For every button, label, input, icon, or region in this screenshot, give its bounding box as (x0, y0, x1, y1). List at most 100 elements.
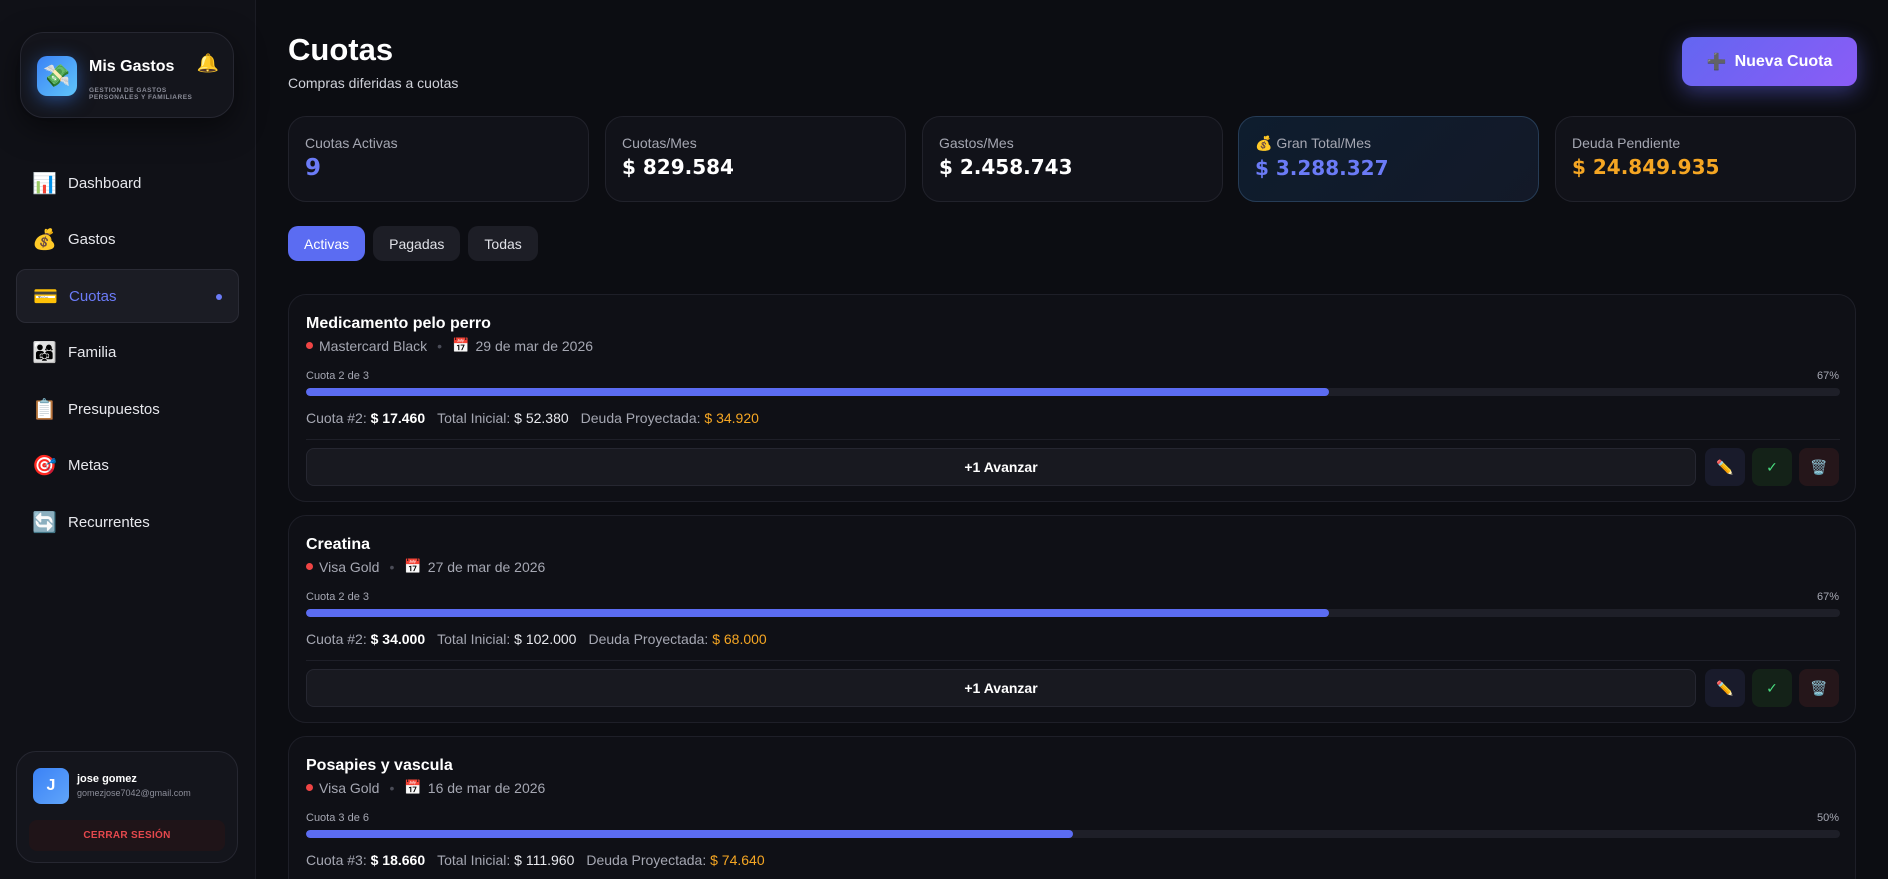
sidebar-item-recurrentes[interactable]: 🔄 Recurrentes (16, 495, 239, 549)
progress-percent: 67% (1816, 370, 1839, 382)
cuota-meta: Visa Gold • 📅 16 de mar de 2026 (306, 779, 545, 796)
total-inicial: Total Inicial: $ 111.960 (437, 852, 574, 868)
cuota-meta: Visa Gold • 📅 27 de mar de 2026 (306, 558, 545, 575)
stat-gastos-mes: Gastos/Mes $ 2.458.743 (922, 116, 1223, 202)
deuda-proyectada-label: Deuda Proyectada: (588, 631, 709, 647)
payment-card-name: Visa Gold (319, 779, 380, 796)
sidebar-item-familia[interactable]: 👨‍👩‍👧 Familia (16, 326, 239, 380)
edit-button[interactable]: ✏️ (1705, 669, 1745, 707)
plus-icon: ➕ (1706, 53, 1727, 71)
card-color-dot (306, 342, 313, 349)
total-inicial: Total Inicial: $ 102.000 (437, 631, 576, 647)
tab-todas[interactable]: Todas (468, 226, 538, 261)
cuota-amounts: Cuota #3: $ 18.660 Total Inicial: $ 111.… (306, 852, 765, 868)
cuota-date: 16 de mar de 2026 (427, 779, 546, 796)
cuota-date: 27 de mar de 2026 (427, 558, 546, 575)
stat-label: Gastos/Mes (939, 135, 1014, 151)
check-icon: ✓ (1766, 458, 1778, 475)
new-cuota-label: Nueva Cuota (1734, 52, 1833, 70)
filter-tabs: Activas Pagadas Todas (288, 226, 538, 261)
progress-label: Cuota 3 de 6 (306, 812, 369, 824)
deuda-proyectada-label: Deuda Proyectada: (580, 410, 701, 426)
sidebar-item-label: Cuotas (69, 287, 117, 305)
card-divider (306, 660, 1840, 661)
sidebar-item-label: Metas (68, 457, 109, 474)
mark-paid-button[interactable]: ✓ (1752, 669, 1792, 707)
edit-button[interactable]: ✏️ (1705, 448, 1745, 486)
calendar-icon: 📅 (452, 337, 470, 353)
stat-label: Cuotas/Mes (622, 135, 697, 151)
cuota-amount-value: $ 17.460 (370, 410, 426, 426)
credit-card-icon: 💳 (33, 285, 58, 308)
stat-gran-total: 💰 Gran Total/Mes $ 3.288.327 (1238, 116, 1539, 202)
stat-label: Cuotas Activas (305, 135, 398, 151)
tab-pagadas[interactable]: Pagadas (373, 226, 461, 261)
delete-button[interactable]: 🗑️ (1799, 448, 1839, 486)
new-cuota-button[interactable]: ➕ Nueva Cuota (1682, 37, 1857, 86)
brand-card: 💸 Mis Gastos GESTION DE GASTOS PERSONALE… (20, 32, 234, 118)
page-title: Cuotas (288, 32, 394, 67)
progress-label: Cuota 2 de 3 (306, 370, 369, 382)
meta-separator: • (389, 558, 395, 575)
sidebar-item-label: Gastos (68, 231, 116, 248)
cuota-amount-label: Cuota #2: (306, 410, 367, 426)
stat-value: $ 3.288.327 (1255, 156, 1389, 180)
stat-value: $ 2.458.743 (939, 155, 1073, 179)
cuota-card: Medicamento pelo perro Mastercard Black … (288, 294, 1856, 502)
user-name: jose gomez (77, 773, 137, 785)
total-inicial-value: $ 111.960 (514, 852, 575, 868)
deuda-proyectada-value: $ 74.640 (710, 852, 765, 868)
cuota-amounts: Cuota #2: $ 34.000 Total Inicial: $ 102.… (306, 631, 767, 647)
sidebar-item-label: Dashboard (68, 174, 142, 192)
total-inicial: Total Inicial: $ 52.380 (437, 410, 569, 426)
total-inicial-value: $ 52.380 (514, 410, 569, 426)
card-divider (306, 439, 1840, 440)
card-color-dot (306, 563, 313, 570)
sidebar: 💸 Mis Gastos GESTION DE GASTOS PERSONALE… (0, 0, 256, 879)
clipboard-icon: 📋 (32, 398, 57, 421)
sidebar-item-dashboard[interactable]: 📊 Dashboard (16, 156, 239, 210)
sidebar-item-label: Familia (68, 344, 117, 361)
progress-fill (306, 388, 1330, 396)
bell-icon[interactable]: 🔔 (197, 53, 219, 74)
cuota-amount: Cuota #2: $ 34.000 (306, 631, 425, 647)
mark-paid-button[interactable]: ✓ (1752, 448, 1792, 486)
pencil-icon: ✏️ (1716, 458, 1734, 475)
sidebar-item-gastos[interactable]: 💰 Gastos (16, 213, 239, 267)
total-inicial-label: Total Inicial: (437, 631, 511, 647)
brand-name: Mis Gastos (89, 58, 175, 75)
brand-subtitle: GESTION DE GASTOS PERSONALES Y FAMILIARE… (89, 87, 193, 101)
check-icon: ✓ (1766, 679, 1778, 696)
payment-card-name: Visa Gold (319, 558, 380, 575)
pencil-icon: ✏️ (1716, 679, 1734, 696)
meta-separator: • (437, 337, 443, 354)
cuota-amount-label: Cuota #2: (306, 631, 367, 647)
sidebar-item-metas[interactable]: 🎯 Metas (16, 439, 239, 493)
money-bag-icon: 💰 (32, 229, 57, 251)
target-icon: 🎯 (32, 455, 57, 477)
delete-button[interactable]: 🗑️ (1799, 669, 1839, 707)
avatar: J (33, 768, 69, 804)
deuda-proyectada-label: Deuda Proyectada: (586, 852, 707, 868)
cuota-amount-value: $ 34.000 (370, 631, 426, 647)
deuda-proyectada: Deuda Proyectada: $ 74.640 (586, 852, 764, 868)
cuota-card: Creatina Visa Gold • 📅 27 de mar de 2026… (288, 515, 1856, 723)
progress-fill (306, 830, 1073, 838)
progress-percent: 67% (1816, 591, 1839, 603)
advance-button[interactable]: +1 Avanzar (306, 669, 1696, 707)
family-icon: 👨‍👩‍👧 (32, 342, 57, 364)
payment-card-name: Mastercard Black (319, 337, 428, 354)
advance-button[interactable]: +1 Avanzar (306, 448, 1696, 486)
stat-value: 9 (305, 155, 322, 181)
tab-activas[interactable]: Activas (288, 226, 366, 261)
deuda-proyectada-value: $ 68.000 (712, 631, 767, 647)
sidebar-item-cuotas[interactable]: 💳 Cuotas (16, 269, 239, 323)
calendar-icon: 📅 (404, 558, 422, 574)
stat-deuda-pendiente: Deuda Pendiente $ 24.849.935 (1555, 116, 1856, 202)
progress-percent: 50% (1816, 812, 1839, 824)
sidebar-item-presupuestos[interactable]: 📋 Presupuestos (16, 382, 239, 436)
logout-button[interactable]: CERRAR SESIÓN (29, 820, 225, 851)
money-wings-icon: 💸 (37, 56, 77, 96)
calendar-icon: 📅 (404, 779, 422, 795)
deuda-proyectada-value: $ 34.920 (704, 410, 759, 426)
